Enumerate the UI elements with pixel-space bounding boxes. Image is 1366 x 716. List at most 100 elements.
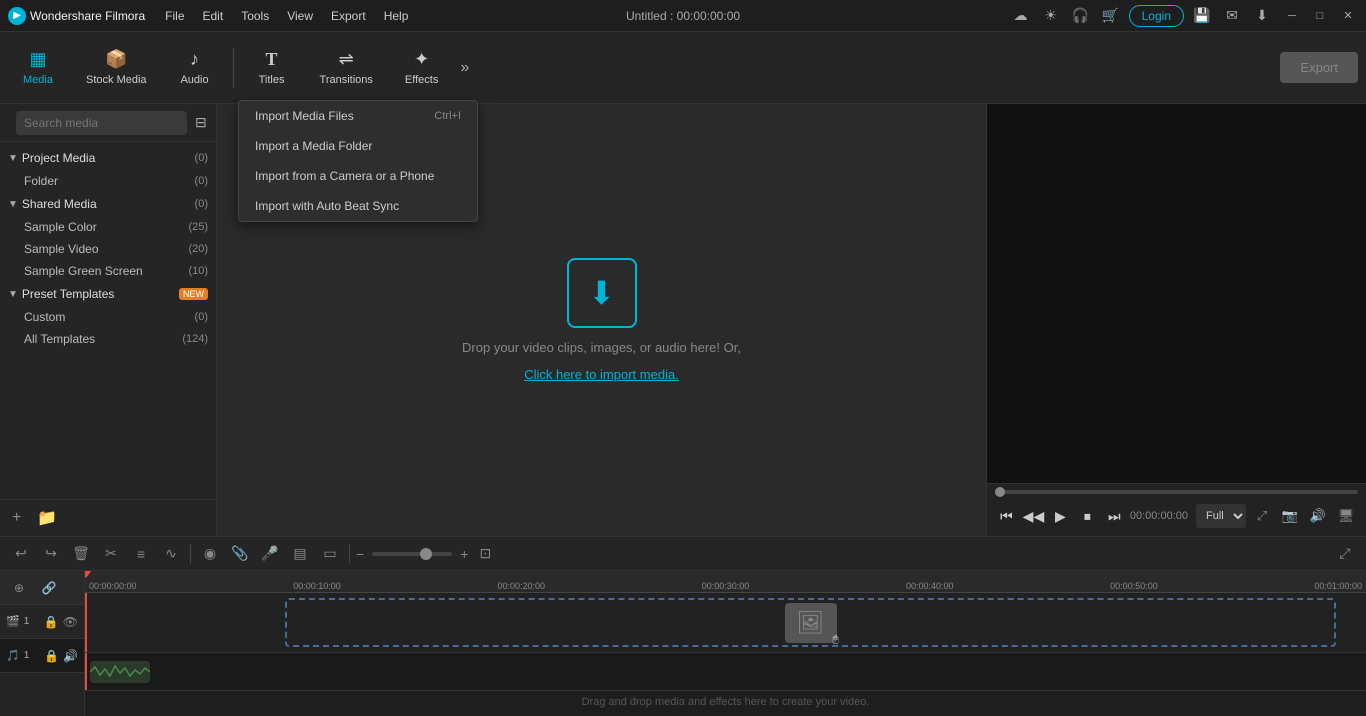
video-track-controls: 🔒 👁 <box>44 615 78 629</box>
delete-button[interactable]: 🗑 <box>68 541 94 567</box>
tool-transitions[interactable]: ⇌ Transitions <box>306 43 387 92</box>
playback-controls: ⏮ ◀◀ ▶ ⏹ ⏭ 00:00:00:00 Full 1/2 1/4 ⤢ 📷 … <box>995 502 1358 530</box>
playhead-line-video <box>85 593 87 652</box>
folder-item[interactable]: Folder (0) <box>0 170 216 192</box>
menu-export[interactable]: Export <box>323 5 374 27</box>
import-from-camera-item[interactable]: Import from a Camera or a Phone <box>239 161 477 191</box>
preview-panel: ⏮ ◀◀ ▶ ⏹ ⏭ 00:00:00:00 Full 1/2 1/4 ⤢ 📷 … <box>986 104 1366 536</box>
link-button[interactable]: 🔗 <box>36 575 62 601</box>
sample-green-screen-item[interactable]: Sample Green Screen (10) <box>0 260 216 282</box>
monitor-icon[interactable]: 🖥 <box>1334 504 1358 528</box>
save-icon[interactable]: 💾 <box>1190 4 1214 28</box>
filter-icon[interactable]: ⊟ <box>191 110 211 135</box>
settings-button[interactable]: ≡ <box>128 541 154 567</box>
cart-icon[interactable]: 🛒 <box>1099 4 1123 28</box>
timeline-body: ⊕ 🔗 🎬 1 🔒 👁 🎵 1 🔒 🔊 <box>0 571 1366 716</box>
left-panel: Import ▾ Record ▾ ⊟ ⋮⋮ ▼ Project Media (… <box>0 104 217 536</box>
audio-lock-icon[interactable]: 🔒 <box>44 649 59 663</box>
search-input[interactable] <box>16 111 187 135</box>
sample-video-item[interactable]: Sample Video (20) <box>0 238 216 260</box>
video-drop-zone[interactable]: 🖼 🖱 <box>285 598 1336 647</box>
video-track[interactable]: 🖼 🖱 <box>85 593 1366 653</box>
folder-count: (0) <box>195 175 208 187</box>
tool-stock-media[interactable]: 📦 Stock Media <box>72 43 161 92</box>
drop-text: Drop your video clips, images, or audio … <box>462 340 741 355</box>
tool-audio[interactable]: ♪ Audio <box>165 43 225 92</box>
preview-timeline-handle[interactable] <box>995 487 1005 497</box>
fullscreen-icon[interactable]: ⤢ <box>1250 504 1274 528</box>
restore-button[interactable]: □ <box>1310 6 1330 26</box>
eye-icon[interactable]: 👁 <box>63 615 78 629</box>
skip-back-button[interactable]: ⏮ <box>995 502 1018 530</box>
add-marker-button[interactable]: ⊕ <box>6 575 32 601</box>
close-button[interactable]: ✕ <box>1338 6 1358 26</box>
audio-track[interactable] <box>85 653 1366 691</box>
import-with-beat-sync-item[interactable]: Import with Auto Beat Sync <box>239 191 477 221</box>
cloud-icon[interactable]: ☁ <box>1009 4 1033 28</box>
menu-help[interactable]: Help <box>376 5 417 27</box>
preview-timeline-bar[interactable] <box>995 490 1358 494</box>
add-folder-icon[interactable]: + <box>8 505 25 531</box>
tool-media[interactable]: ▦ Media <box>8 43 68 92</box>
cut-button[interactable]: ✂ <box>98 541 124 567</box>
audio-button[interactable]: ∿ <box>158 541 184 567</box>
sample-color-item[interactable]: Sample Color (25) <box>0 216 216 238</box>
skip-forward-button[interactable]: ⏭ <box>1103 502 1126 530</box>
download-icon[interactable]: ⬇ <box>1250 4 1274 28</box>
menu-edit[interactable]: Edit <box>195 5 232 27</box>
menu-file[interactable]: File <box>157 5 192 27</box>
import-link[interactable]: Click here to import media. <box>524 367 679 382</box>
export-button[interactable]: Export <box>1280 52 1358 83</box>
custom-item[interactable]: Custom (0) <box>0 306 216 328</box>
zoom-handle[interactable] <box>420 548 432 560</box>
ruler-mark-6: 00:01:00:00 <box>1314 581 1362 591</box>
import-media-folder-item[interactable]: Import a Media Folder <box>239 131 477 161</box>
preset-templates-header[interactable]: ▼ Preset Templates NEW <box>0 282 216 306</box>
ruler-mark-5: 00:00:50:00 <box>1110 581 1158 591</box>
ruler-mark-4: 00:00:40:00 <box>906 581 954 591</box>
zoom-slider[interactable] <box>372 552 452 556</box>
minimize-button[interactable]: ─ <box>1282 6 1302 26</box>
menu-tools[interactable]: Tools <box>233 5 277 27</box>
headphone-icon[interactable]: 🎧 <box>1069 4 1093 28</box>
all-templates-item[interactable]: All Templates (124) <box>0 328 216 350</box>
quality-select[interactable]: Full 1/2 1/4 <box>1196 504 1246 528</box>
shared-media-section: ▼ Shared Media (0) Sample Color (25) Sam… <box>0 192 216 282</box>
mic-button[interactable]: 🎤 <box>257 541 283 567</box>
new-badge: NEW <box>179 288 208 300</box>
shared-media-header[interactable]: ▼ Shared Media (0) <box>0 192 216 216</box>
tool-titles[interactable]: T Titles <box>242 43 302 92</box>
undo-button[interactable]: ↩ <box>8 541 34 567</box>
play-button[interactable]: ▶ <box>1049 502 1072 530</box>
more-tools-arrow[interactable]: » <box>456 55 473 81</box>
stop-button[interactable]: ⏹ <box>1076 502 1099 530</box>
volume-icon[interactable]: 🔊 <box>1306 504 1330 528</box>
timeline-ruler: 00:00:00:00 00:00:10:00 00:00:20:00 00:0… <box>85 571 1366 593</box>
snap-button[interactable]: ⤢ <box>1332 541 1358 567</box>
preview-controls: ⏮ ◀◀ ▶ ⏹ ⏭ 00:00:00:00 Full 1/2 1/4 ⤢ 📷 … <box>987 483 1366 536</box>
timeline: ↩ ↪ 🗑 ✂ ≡ ∿ ◉ 📎 🎤 ▤ ▭ − + ⊡ ⤢ ⊕ 🔗 🎬 1 <box>0 536 1366 716</box>
import-media-files-item[interactable]: Import Media Files Ctrl+I <box>239 101 477 131</box>
captions-button[interactable]: ▤ <box>287 541 313 567</box>
snapshot-icon[interactable]: 📷 <box>1278 504 1302 528</box>
sun-icon[interactable]: ☀ <box>1039 4 1063 28</box>
zoom-out-button[interactable]: − <box>356 546 364 562</box>
menu-view[interactable]: View <box>279 5 321 27</box>
project-media-header[interactable]: ▼ Project Media (0) <box>0 146 216 170</box>
fit-button[interactable]: ⊡ <box>472 541 498 567</box>
redo-button[interactable]: ↪ <box>38 541 64 567</box>
audio-track-label-row: 🎵 1 🔒 🔊 <box>0 639 84 673</box>
preset-templates-section: ▼ Preset Templates NEW Custom (0) All Te… <box>0 282 216 350</box>
lock-icon[interactable]: 🔒 <box>44 615 59 629</box>
mail-icon[interactable]: ✉ <box>1220 4 1244 28</box>
login-button[interactable]: Login <box>1129 5 1184 27</box>
frame-back-button[interactable]: ◀◀ <box>1022 502 1045 530</box>
clip-button[interactable]: 📎 <box>227 541 253 567</box>
open-folder-icon[interactable]: 📁 <box>33 504 61 532</box>
zoom-in-button[interactable]: + <box>460 546 468 562</box>
tool-effects[interactable]: ✦ Effects <box>391 43 452 92</box>
ruler-mark-1: 00:00:10:00 <box>293 581 341 591</box>
subtitle-button[interactable]: ▭ <box>317 541 343 567</box>
scene-detect-button[interactable]: ◉ <box>197 541 223 567</box>
audio-mute-icon[interactable]: 🔊 <box>63 649 78 663</box>
